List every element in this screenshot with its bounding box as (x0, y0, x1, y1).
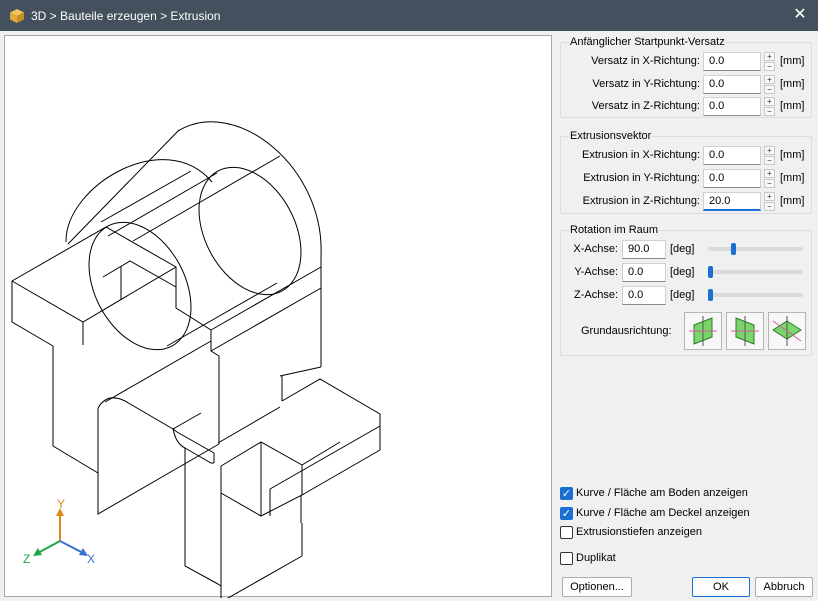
rotation-y-slider-thumb[interactable] (708, 266, 713, 278)
offset-x-spinner[interactable]: + − (764, 52, 775, 71)
rotation-y-slider[interactable] (708, 266, 803, 278)
rotation-y-unit: [deg] (670, 266, 695, 278)
orientation-xy-icon (772, 316, 802, 346)
rotation-y-row: Y-Achse: (574, 266, 618, 278)
cancel-button[interactable]: Abbruch (755, 577, 813, 597)
axis-z-label: Z (23, 552, 30, 566)
window-title: 3D > Bauteile erzeugen > Extrusion (31, 9, 221, 23)
rotation-x-unit: [deg] (670, 243, 695, 255)
offset-y-row: Versatz in Y-Richtung: (592, 78, 700, 90)
extrusion-z-input[interactable]: 20.0 (703, 192, 761, 211)
rotation-x-input[interactable]: 90.0 (622, 240, 666, 259)
rotation-z-slider-thumb[interactable] (708, 289, 713, 301)
extrusion-y-spinner[interactable]: + − (764, 169, 775, 188)
options-button[interactable]: Optionen... (562, 577, 632, 597)
orientation-xz-button[interactable] (684, 312, 722, 350)
offset-y-unit: [mm] (780, 78, 805, 90)
offset-z-unit: [mm] (780, 100, 805, 112)
duplicate-checkbox[interactable]: Duplikat (560, 551, 680, 567)
rotation-z-row: Z-Achse: (573, 289, 618, 301)
orientation-label: Grundausrichtung: (581, 325, 672, 337)
rotation-z-input[interactable]: 0.0 (622, 286, 666, 305)
show-extrusion-depths-checkbox[interactable]: Extrusionstiefen anzeigen (560, 525, 810, 541)
extrusion-x-unit: [mm] (780, 149, 805, 161)
orientation-xy-button[interactable] (768, 312, 806, 350)
extrusion-z-spinner[interactable]: + − (764, 192, 775, 211)
title-bar: 3D > Bauteile erzeugen > Extrusion ✕ (0, 0, 818, 31)
offset-x-row: Versatz in X-Richtung: (591, 55, 700, 67)
extrusion-x-input[interactable]: 0.0 (703, 146, 761, 165)
offset-y-spinner[interactable]: + − (764, 75, 775, 94)
extrusion-y-row: Extrusion in Y-Richtung: (583, 172, 700, 184)
orientation-yz-icon (731, 316, 759, 346)
offset-z-row: Versatz in Z-Richtung: (591, 100, 700, 112)
offset-x-input[interactable]: 0.0 (703, 52, 761, 71)
extrusion-x-row: Extrusion in X-Richtung: (582, 149, 700, 161)
rotation-x-row: X-Achse: (573, 243, 618, 255)
extrusion-y-input[interactable]: 0.0 (703, 169, 761, 188)
offset-z-input[interactable]: 0.0 (703, 97, 761, 116)
axis-y-label: Y (57, 497, 65, 511)
checkbox-empty-icon (560, 552, 573, 565)
axis-x-label: X (87, 552, 95, 566)
ok-button[interactable]: OK (692, 577, 750, 597)
rotation-x-slider[interactable] (708, 243, 803, 255)
orientation-xz-icon (689, 316, 717, 346)
offset-group-title: Anfänglicher Startpunkt-Versatz (569, 36, 726, 48)
extrusion-z-unit: [mm] (780, 195, 805, 207)
extrusion-vector-title: Extrusionsvektor (569, 130, 653, 142)
orientation-yz-button[interactable] (726, 312, 764, 350)
offset-x-unit: [mm] (780, 55, 805, 67)
rotation-z-unit: [deg] (670, 289, 695, 301)
checkmark-icon: ✓ (560, 487, 573, 500)
extrusion-z-row: Extrusion in Z-Richtung: (582, 195, 700, 207)
rotation-y-input[interactable]: 0.0 (622, 263, 666, 282)
offset-z-spinner[interactable]: + − (764, 97, 775, 116)
close-button[interactable]: ✕ (791, 6, 809, 24)
rotation-group-title: Rotation im Raum (569, 224, 660, 236)
checkmark-icon: ✓ (560, 507, 573, 520)
rotation-x-slider-thumb[interactable] (731, 243, 736, 255)
show-top-curve-checkbox[interactable]: ✓ Kurve / Fläche am Deckel anzeigen (560, 506, 810, 522)
checkbox-empty-icon (560, 526, 573, 539)
cube-app-icon (10, 9, 24, 23)
offset-y-input[interactable]: 0.0 (703, 75, 761, 94)
extrusion-y-unit: [mm] (780, 172, 805, 184)
extrusion-x-spinner[interactable]: + − (764, 146, 775, 165)
show-bottom-curve-checkbox[interactable]: ✓ Kurve / Fläche am Boden anzeigen (560, 486, 810, 502)
axis-gizmo: Y X Z (23, 497, 95, 566)
preview-viewport[interactable]: Y X Z (4, 35, 552, 598)
rotation-z-slider[interactable] (708, 289, 803, 301)
